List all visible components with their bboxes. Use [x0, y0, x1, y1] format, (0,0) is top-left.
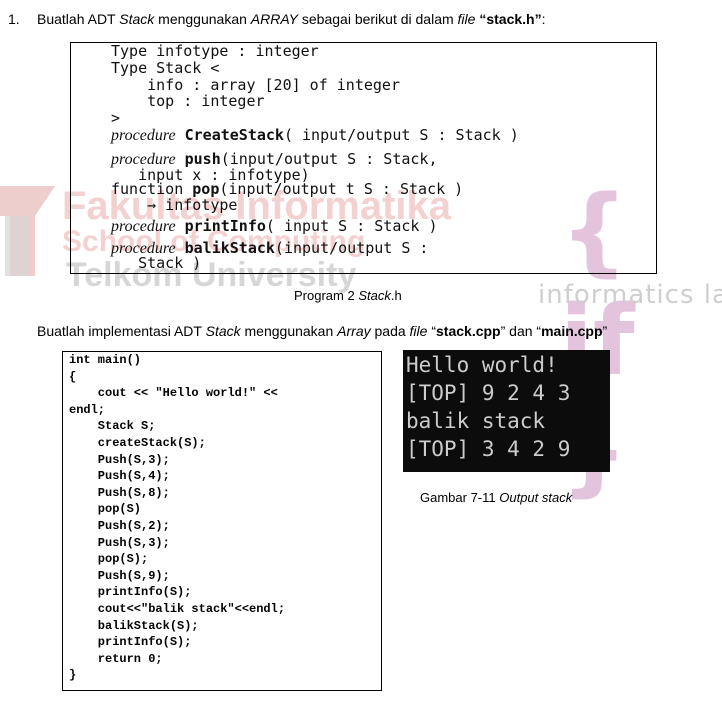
code-line: printInfo(S); [69, 635, 192, 650]
code-line: Push(S,8); [69, 485, 170, 500]
code-line: pop(S) [69, 502, 142, 517]
code-line: Push(S,9); [69, 568, 170, 583]
main-code-box: int main() { cout << "Hello world!" << e… [62, 351, 382, 691]
code-line: return 0; [69, 651, 163, 666]
console-line: balik stack [406, 409, 546, 433]
code-line: int main() [69, 353, 142, 367]
console-output: Hello world! [TOP] 9 2 4 3 balik stack [… [403, 350, 610, 472]
code-line: Stack S; [69, 419, 156, 434]
balikstack-signature-cont: Stack ) [111, 254, 202, 272]
program2-code-box: Type infotype : integer Type Stack < inf… [70, 42, 657, 274]
code-line: createStack(S); [69, 436, 206, 450]
telkom-logo-watermark [0, 186, 55, 276]
createstack-signature: procedure CreateStack( input/output S : … [111, 126, 519, 145]
code-line: endl; [69, 402, 106, 417]
code-line: > [111, 109, 121, 127]
code-line: Push(S,3); [69, 452, 170, 467]
item-text: Buatlah ADT Stack menggunakan ARRAY seba… [37, 11, 546, 27]
code-line: Push(S,3); [69, 535, 170, 550]
watermark-lab-text: informatics lab [538, 280, 722, 310]
code-line: Type Stack < [111, 59, 220, 77]
console-line: [TOP] 3 4 2 9 [406, 437, 571, 461]
code-line: balikStack(S); [69, 618, 199, 633]
code-line: Push(S,4); [69, 469, 170, 484]
code-line: top : integer [111, 92, 265, 110]
code-line: printInfo(S); [69, 585, 192, 600]
figure-caption: Gambar 7-11 Output stack [420, 490, 573, 505]
pop-return: → infotype [111, 196, 238, 214]
printinfo-signature: procedure printInfo( input S : Stack ) [111, 217, 438, 236]
item-number: 1. [8, 11, 20, 27]
console-line: [TOP] 9 2 4 3 [406, 381, 571, 405]
implementation-text: Buatlah implementasi ADT Stack menggunak… [37, 323, 608, 339]
code-line: { [69, 369, 77, 384]
code-line: } [69, 668, 77, 683]
code-line: Type infotype : integer [111, 42, 319, 60]
program2-caption: Program 2 Stack.h [294, 288, 402, 303]
console-line: Hello world! [406, 353, 558, 377]
code-line: Push(S,2); [69, 519, 170, 533]
code-line: pop(S); [69, 552, 149, 567]
code-line: cout << "Hello world!" << [69, 386, 278, 401]
code-line: cout<<"balik stack"<<endl; [69, 602, 286, 616]
